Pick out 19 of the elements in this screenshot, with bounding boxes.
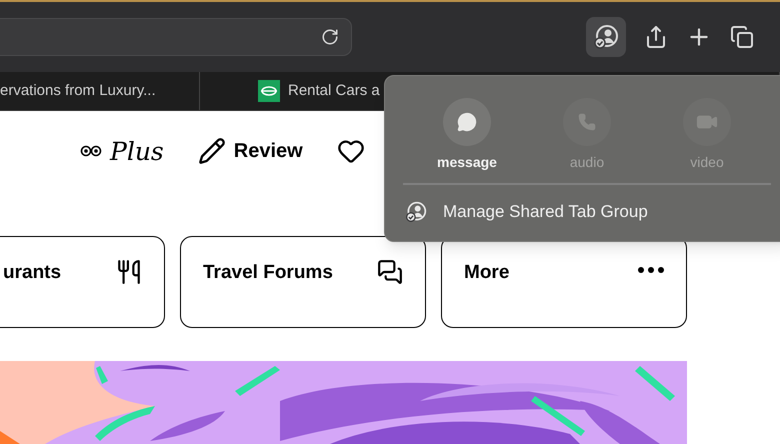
phone-icon [578, 113, 596, 131]
reload-icon[interactable] [321, 28, 339, 46]
review-link[interactable]: Review [198, 136, 303, 166]
manage-shared-tab-group-item[interactable]: Manage Shared Tab Group [385, 199, 648, 224]
share-icon[interactable] [644, 25, 668, 49]
tab-overview-icon[interactable] [730, 25, 754, 49]
owl-eyes-icon [80, 145, 102, 157]
pencil-icon [198, 137, 226, 165]
share-tab-group-button[interactable] [586, 17, 626, 57]
category-card[interactable]: urants [0, 236, 165, 328]
message-button[interactable]: message [425, 98, 509, 173]
message-icon [457, 112, 477, 132]
utensils-icon [116, 259, 142, 285]
more-icon [638, 267, 664, 273]
shared-group-icon [593, 24, 619, 50]
browser-tab[interactable]: ervations from Luxury... [0, 72, 200, 110]
shared-group-icon [405, 200, 427, 223]
plus-link[interactable]: Plus [110, 138, 164, 164]
chat-icon [377, 259, 403, 285]
